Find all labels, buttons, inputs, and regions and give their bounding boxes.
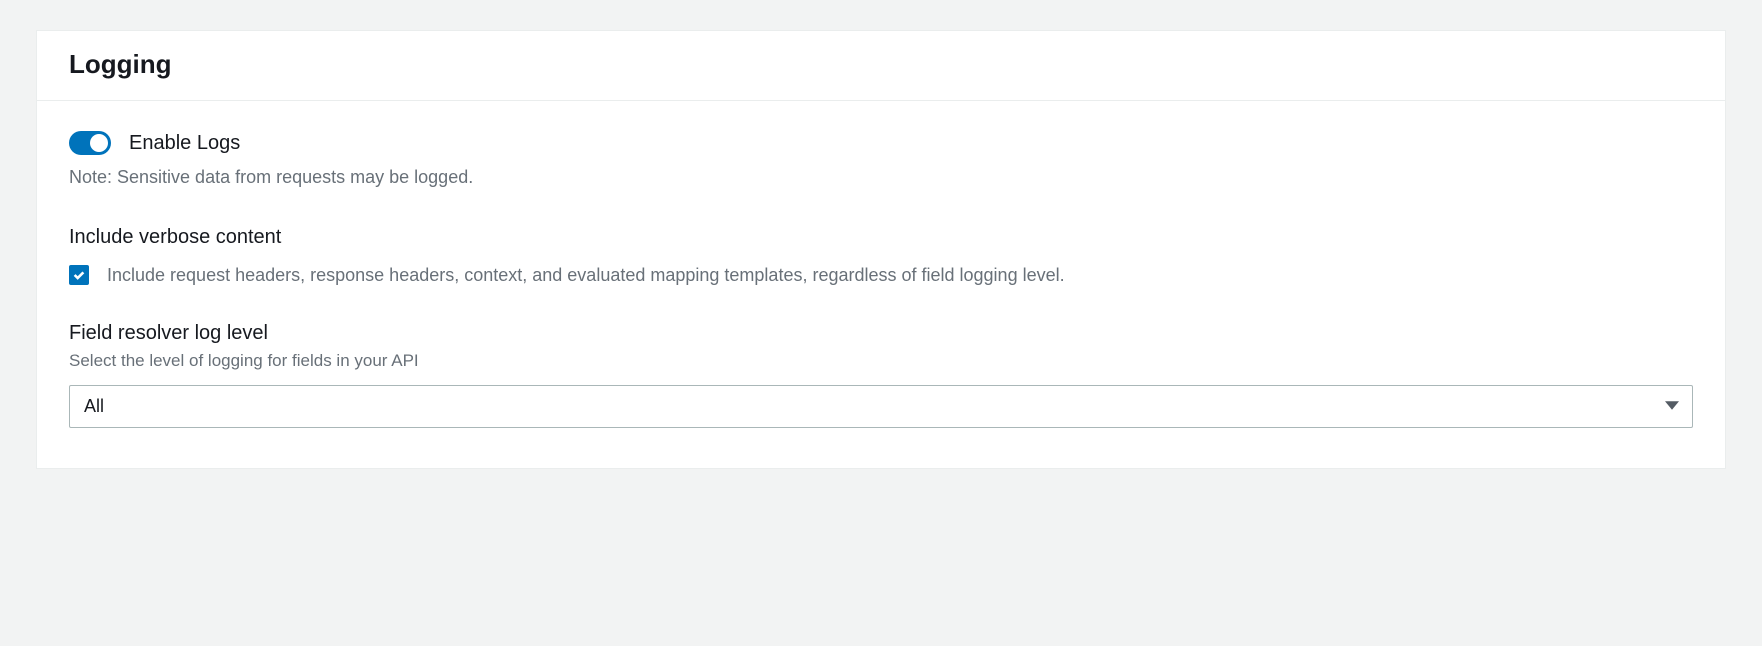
enable-logs-note: Note: Sensitive data from requests may b… xyxy=(69,167,1693,188)
enable-logs-toggle[interactable] xyxy=(69,131,111,155)
verbose-description: Include request headers, response header… xyxy=(107,263,1065,288)
logging-panel: Logging Enable Logs Note: Sensitive data… xyxy=(36,30,1726,469)
verbose-row: Include request headers, response header… xyxy=(69,263,1693,288)
log-level-hint: Select the level of logging for fields i… xyxy=(69,351,1693,371)
panel-title: Logging xyxy=(69,49,1693,80)
log-level-select-wrapper: All xyxy=(69,385,1693,428)
log-level-title: Field resolver log level xyxy=(69,322,1693,345)
log-level-selected-value: All xyxy=(84,396,104,417)
enable-logs-label: Enable Logs xyxy=(129,132,240,155)
log-level-select[interactable]: All xyxy=(69,385,1693,428)
page-wrapper: Logging Enable Logs Note: Sensitive data… xyxy=(0,0,1762,469)
toggle-knob xyxy=(90,134,108,152)
panel-body: Enable Logs Note: Sensitive data from re… xyxy=(37,101,1725,468)
check-icon xyxy=(72,268,86,282)
panel-header: Logging xyxy=(37,31,1725,101)
verbose-title: Include verbose content xyxy=(69,226,1693,249)
enable-logs-row: Enable Logs xyxy=(69,131,1693,155)
verbose-checkbox[interactable] xyxy=(69,265,89,285)
